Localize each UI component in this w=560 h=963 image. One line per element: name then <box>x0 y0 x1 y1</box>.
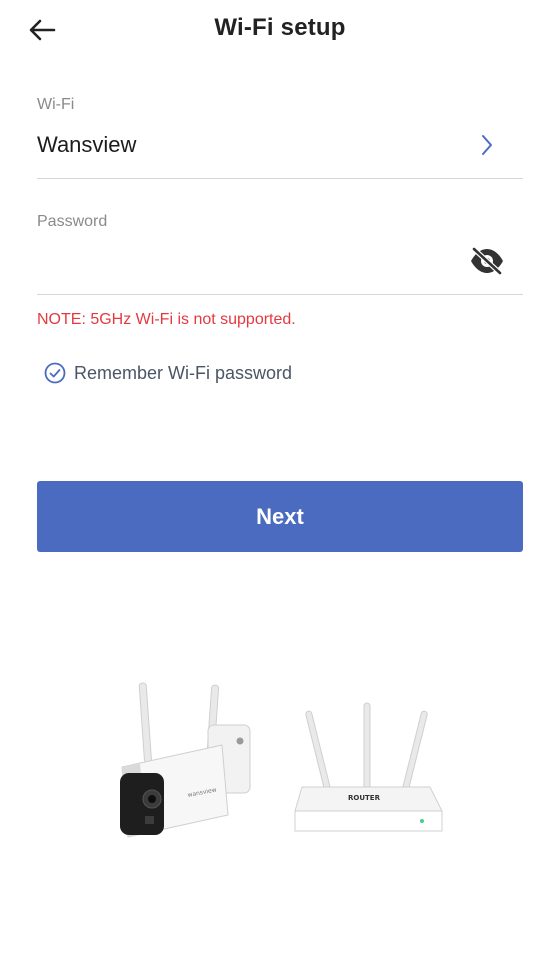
camera-router-illustration: wansview ROUTER <box>120 682 443 838</box>
password-input[interactable] <box>37 238 457 278</box>
wifi-divider <box>37 178 523 179</box>
eye-off-icon[interactable] <box>469 246 505 276</box>
wifi-network-name[interactable]: Wansview <box>37 132 136 158</box>
warning-note: NOTE: 5GHz Wi-Fi is not supported. <box>37 311 296 328</box>
router-label-text: ROUTER <box>348 794 381 802</box>
header-bar: Wi-Fi setup <box>0 0 560 60</box>
chevron-right-icon[interactable] <box>476 132 498 158</box>
password-divider <box>37 294 523 295</box>
page-title: Wi-Fi setup <box>214 14 346 41</box>
remember-password-toggle[interactable]: Remember Wi-Fi password <box>44 362 292 384</box>
check-circle-icon[interactable] <box>44 362 66 384</box>
password-field-label: Password <box>37 213 108 230</box>
remember-password-label: Remember Wi-Fi password <box>74 362 293 383</box>
wifi-field-label: Wi-Fi <box>37 96 75 113</box>
next-button[interactable]: Next <box>37 481 523 552</box>
